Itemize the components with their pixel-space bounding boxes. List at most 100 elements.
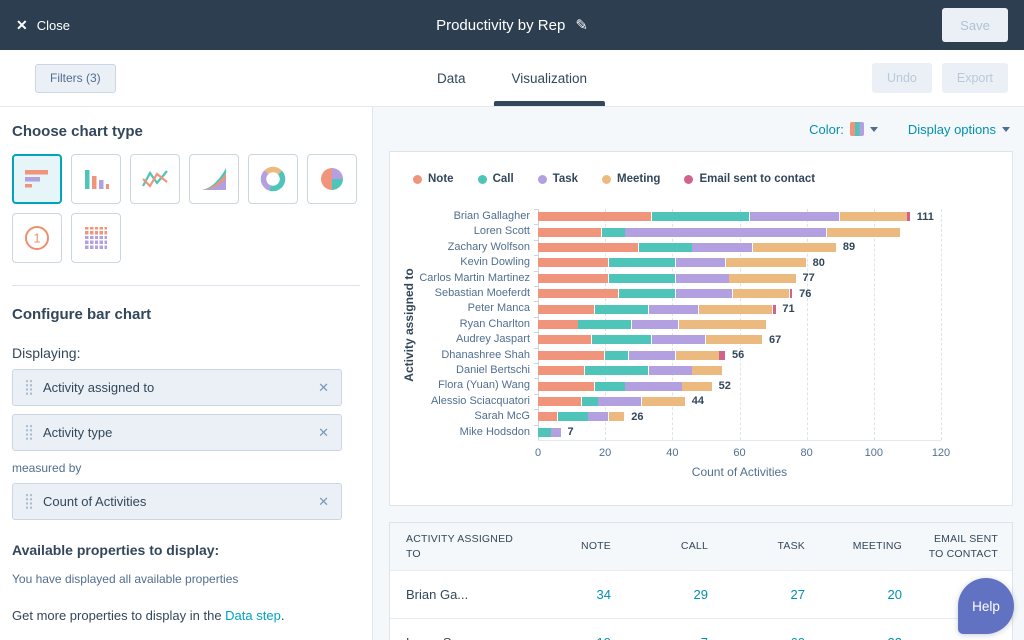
bar-segment[interactable] [676,351,719,360]
bar-segment[interactable] [706,335,762,344]
bar-segment[interactable] [773,305,776,314]
drag-handle-icon[interactable] [25,424,33,441]
bar-segment[interactable] [592,335,652,344]
value-cell[interactable]: 22 [821,619,918,640]
bar-segment[interactable] [588,412,607,421]
bar-segment[interactable] [642,397,685,406]
bar-segment[interactable] [840,212,906,221]
bar-segment[interactable] [538,366,584,375]
bar-segment[interactable] [585,366,648,375]
color-dropdown[interactable]: Color: [809,122,878,137]
tab-data[interactable]: Data [437,50,466,106]
bar-segment[interactable] [538,243,638,252]
legend-item[interactable]: Meeting [602,173,660,185]
stacked-bar[interactable]: 71 [538,305,795,314]
bar-segment[interactable] [595,382,624,391]
stacked-bar[interactable]: 89 [538,243,855,252]
bar-segment[interactable] [679,320,766,329]
value-cell[interactable]: 7 [627,619,724,640]
chart-type-table-button[interactable] [71,213,121,263]
remove-field-icon[interactable]: ✕ [318,380,329,396]
stacked-bar[interactable] [538,228,901,237]
stacked-bar[interactable]: 67 [538,335,781,344]
bar-segment[interactable] [907,212,910,221]
chart-type-pie-button[interactable] [307,154,357,204]
stacked-bar[interactable] [538,320,766,329]
stacked-bar[interactable]: 56 [538,351,744,360]
value-cell[interactable]: 19 [530,619,627,640]
bar-segment[interactable] [625,382,681,391]
bar-segment[interactable] [609,258,675,267]
bar-segment[interactable] [649,366,692,375]
bar-segment[interactable] [538,289,618,298]
bar-segment[interactable] [538,212,651,221]
bar-segment[interactable] [652,212,749,221]
legend-item[interactable]: Call [478,173,514,185]
display-options-dropdown[interactable]: Display options [908,122,1010,137]
bar-segment[interactable] [538,382,594,391]
bar-segment[interactable] [619,289,675,298]
chart-type-area-button[interactable] [189,154,239,204]
bar-segment[interactable] [629,351,675,360]
bar-segment[interactable] [538,397,581,406]
bar-segment[interactable] [676,289,732,298]
legend-item[interactable]: Task [538,173,578,185]
help-button[interactable]: Help [958,578,1014,634]
bar-segment[interactable] [538,258,608,267]
bar-segment[interactable] [692,366,721,375]
stacked-bar[interactable]: 111 [538,212,934,221]
chart-type-summary-button[interactable]: 1 [12,213,62,263]
chart-type-line-button[interactable] [130,154,180,204]
bar-segment[interactable] [632,320,678,329]
bar-segment[interactable] [538,428,551,437]
stacked-bar[interactable]: 52 [538,382,731,391]
bar-segment[interactable] [609,412,625,421]
chart-type-horizontal-bar-button[interactable] [12,154,62,204]
field-pill[interactable]: Activity type✕ [12,414,342,451]
stacked-bar[interactable]: 44 [538,397,704,406]
bar-segment[interactable] [652,335,705,344]
bar-segment[interactable] [676,258,726,267]
bar-segment[interactable] [551,428,560,437]
export-button[interactable]: Export [942,63,1008,93]
bar-segment[interactable] [726,258,806,267]
drag-handle-icon[interactable] [25,493,33,510]
bar-segment[interactable] [639,243,692,252]
drag-handle-icon[interactable] [25,379,33,396]
legend-item[interactable]: Email sent to contact [684,173,815,185]
bar-segment[interactable] [538,274,608,283]
bar-segment[interactable] [558,412,587,421]
bar-segment[interactable] [682,382,711,391]
tab-visualization[interactable]: Visualization [511,50,587,106]
legend-item[interactable]: Note [413,173,454,185]
bar-segment[interactable] [582,397,598,406]
field-pill[interactable]: Activity assigned to✕ [12,369,342,406]
value-cell[interactable]: 29 [627,571,724,619]
bar-segment[interactable] [733,289,789,298]
stacked-bar[interactable]: 76 [538,289,811,298]
bar-segment[interactable] [649,305,699,314]
stacked-bar[interactable]: 7 [538,428,574,437]
stacked-bar[interactable]: 77 [538,274,815,283]
stacked-bar[interactable]: 26 [538,412,644,421]
value-cell[interactable]: 27 [724,571,821,619]
bar-segment[interactable] [790,289,793,298]
bar-segment[interactable] [753,243,836,252]
stacked-bar[interactable]: 80 [538,258,825,267]
bar-segment[interactable] [692,243,752,252]
bar-segment[interactable] [625,228,826,237]
bar-segment[interactable] [538,320,578,329]
bar-segment[interactable] [729,274,795,283]
bar-segment[interactable] [676,274,729,283]
bar-segment[interactable] [602,228,625,237]
bar-segment[interactable] [538,412,557,421]
bar-segment[interactable] [578,320,631,329]
filters-button[interactable]: Filters (3) [35,64,116,93]
value-cell[interactable]: 20 [821,571,918,619]
undo-button[interactable]: Undo [872,63,932,93]
bar-segment[interactable] [598,397,641,406]
chart-type-donut-button[interactable] [248,154,298,204]
bar-segment[interactable] [538,335,591,344]
bar-segment[interactable] [699,305,772,314]
bar-segment[interactable] [595,305,648,314]
